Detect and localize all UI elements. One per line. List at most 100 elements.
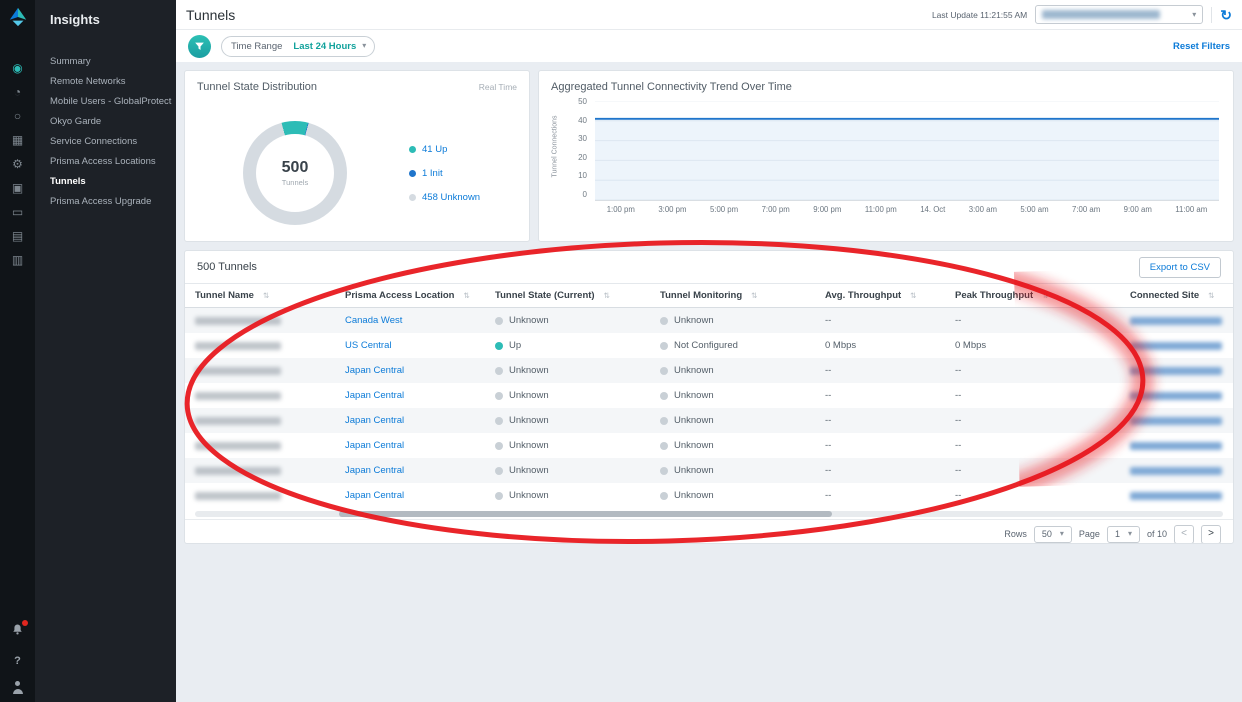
column-label: Tunnel Name [195, 290, 254, 301]
tunnel-state-donut-chart: 500 Tunnels [243, 121, 347, 225]
connected-site-cell [1120, 483, 1233, 508]
location-link[interactable]: Japan Central [345, 490, 404, 501]
reports-icon[interactable]: ▥ [12, 254, 23, 266]
column-header-connected-site[interactable]: Connected Site⇅ [1120, 284, 1233, 307]
sidebar-item-summary[interactable]: Summary [50, 51, 168, 71]
avg-throughput-cell: -- [815, 483, 945, 508]
tunnel-name-cell [185, 408, 335, 433]
page-select[interactable]: 1 ▾ [1107, 526, 1140, 543]
x-tick: 11:00 am [1175, 205, 1207, 214]
connected-site-redacted[interactable] [1130, 342, 1222, 350]
legend-item[interactable]: 458 Unknown [409, 192, 480, 203]
sidebar-item-remote-networks[interactable]: Remote Networks [50, 71, 168, 91]
insights-icon[interactable]: ◉ [12, 62, 22, 74]
location-link[interactable]: Japan Central [345, 365, 404, 376]
export-csv-button[interactable]: Export to CSV [1139, 257, 1221, 278]
sort-icon: ⇅ [1042, 291, 1048, 300]
location-link[interactable]: Japan Central [345, 390, 404, 401]
location-link[interactable]: Japan Central [345, 440, 404, 451]
settings-icon[interactable]: ⚙ [12, 158, 23, 170]
peak-throughput-cell: -- [945, 458, 1120, 483]
location-cell: Japan Central [335, 433, 485, 458]
connected-site-redacted[interactable] [1130, 467, 1222, 475]
donut-total: 500 [282, 159, 309, 177]
location-link[interactable]: Japan Central [345, 465, 404, 476]
state-dot-icon [495, 367, 503, 375]
refresh-icon[interactable]: ↻ [1220, 8, 1232, 22]
column-header-peak-throughput[interactable]: Peak Throughput⇅ [945, 284, 1120, 307]
devices-icon[interactable]: ▭ [12, 206, 23, 218]
location-link[interactable]: US Central [345, 340, 391, 351]
table-row[interactable]: Canada WestUnknownUnknown---- [185, 308, 1233, 333]
connected-site-redacted[interactable] [1130, 492, 1222, 500]
column-label: Tunnel State (Current) [495, 290, 595, 301]
table-row[interactable]: Japan CentralUnknownUnknown---- [185, 433, 1233, 458]
chevron-down-icon: ▾ [1192, 11, 1196, 19]
scrollbar-thumb[interactable] [339, 511, 832, 517]
tenant-selector[interactable]: ▾ [1035, 5, 1203, 24]
monitor-icon[interactable]: ○ [14, 110, 21, 122]
rows-per-page-select[interactable]: 50 ▾ [1034, 526, 1072, 543]
legend-item[interactable]: 1 Init [409, 168, 480, 179]
peak-throughput-cell: -- [945, 408, 1120, 433]
table-row[interactable]: Japan CentralUnknownUnknown---- [185, 408, 1233, 433]
sidebar-item-prisma-access-locations[interactable]: Prisma Access Locations [50, 151, 168, 171]
legend-item[interactable]: 41 Up [409, 144, 480, 155]
column-label: Avg. Throughput [825, 290, 901, 301]
connected-site-redacted[interactable] [1130, 442, 1222, 450]
windows-icon[interactable]: ▣ [12, 182, 23, 194]
notifications-icon[interactable] [11, 623, 24, 641]
avg-throughput-cell: -- [815, 408, 945, 433]
column-header-tunnel-state-current[interactable]: Tunnel State (Current)⇅ [485, 284, 650, 307]
prev-page-button[interactable]: < [1174, 525, 1194, 544]
sidebar-item-tunnels[interactable]: Tunnels [50, 171, 168, 191]
connected-site-redacted[interactable] [1130, 317, 1222, 325]
sidebar-item-prisma-access-upgrade[interactable]: Prisma Access Upgrade [50, 191, 168, 211]
reset-filters-link[interactable]: Reset Filters [1173, 41, 1230, 52]
connected-site-redacted[interactable] [1130, 417, 1222, 425]
sidebar-item-mobile-users-globalprotect[interactable]: Mobile Users - GlobalProtect [50, 91, 168, 111]
avg-throughput-cell: -- [815, 358, 945, 383]
column-header-prisma-access-location[interactable]: Prisma Access Location⇅ [335, 284, 485, 307]
column-header-avg-throughput[interactable]: Avg. Throughput⇅ [815, 284, 945, 307]
time-range-select[interactable]: Time Range Last 24 Hours ▾ [221, 36, 375, 57]
state-dot-icon [495, 417, 503, 425]
user-profile-icon[interactable] [12, 681, 24, 694]
state-label: Unknown [509, 490, 549, 501]
monitoring-label: Not Configured [674, 340, 738, 351]
column-header-tunnel-monitoring[interactable]: Tunnel Monitoring⇅ [650, 284, 815, 307]
tunnel-state-cell: Unknown [485, 433, 650, 458]
y-tick: 20 [578, 153, 587, 162]
time-range-value: Last 24 Hours [291, 41, 362, 52]
apps-icon[interactable]: ▤ [12, 230, 23, 242]
tunnel-name-cell [185, 308, 335, 333]
horizontal-scrollbar[interactable] [195, 511, 1223, 517]
connected-site-redacted[interactable] [1130, 392, 1222, 400]
app-rail: ◉ ◔ ○ ▦ ⚙ ▣ ▭ ▤ ▥ ? [0, 0, 35, 702]
state-label: Unknown [509, 390, 549, 401]
monitoring-dot-icon [660, 367, 668, 375]
table-row[interactable]: Japan CentralUnknownUnknown---- [185, 358, 1233, 383]
location-link[interactable]: Japan Central [345, 415, 404, 426]
y-axis-label: Tunnel Connections [552, 109, 559, 185]
table-row[interactable]: Japan CentralUnknownUnknown---- [185, 458, 1233, 483]
tunnel-monitoring-cell: Unknown [650, 483, 815, 508]
connected-site-redacted[interactable] [1130, 367, 1222, 375]
tunnel-monitoring-cell: Unknown [650, 358, 815, 383]
table-row[interactable]: US CentralUpNot Configured0 Mbps0 Mbps [185, 333, 1233, 358]
tunnel-name-cell [185, 458, 335, 483]
next-page-button[interactable]: > [1201, 525, 1221, 544]
divider [1211, 7, 1212, 23]
table-row[interactable]: Japan CentralUnknownUnknown---- [185, 483, 1233, 508]
sidebar-item-okyo-garde[interactable]: Okyo Garde [50, 111, 168, 131]
column-header-tunnel-name[interactable]: Tunnel Name⇅ [185, 284, 335, 307]
sidebar-item-service-connections[interactable]: Service Connections [50, 131, 168, 151]
filter-button[interactable] [188, 35, 211, 58]
help-icon[interactable]: ? [14, 655, 21, 667]
location-link[interactable]: Canada West [345, 315, 402, 326]
page-count-label: of 10 [1147, 529, 1167, 539]
table-row[interactable]: Japan CentralUnknownUnknown---- [185, 383, 1233, 408]
app-logo-icon[interactable] [7, 6, 29, 28]
dashboard-icon[interactable]: ◔ [14, 86, 21, 98]
workflows-icon[interactable]: ▦ [12, 134, 23, 146]
